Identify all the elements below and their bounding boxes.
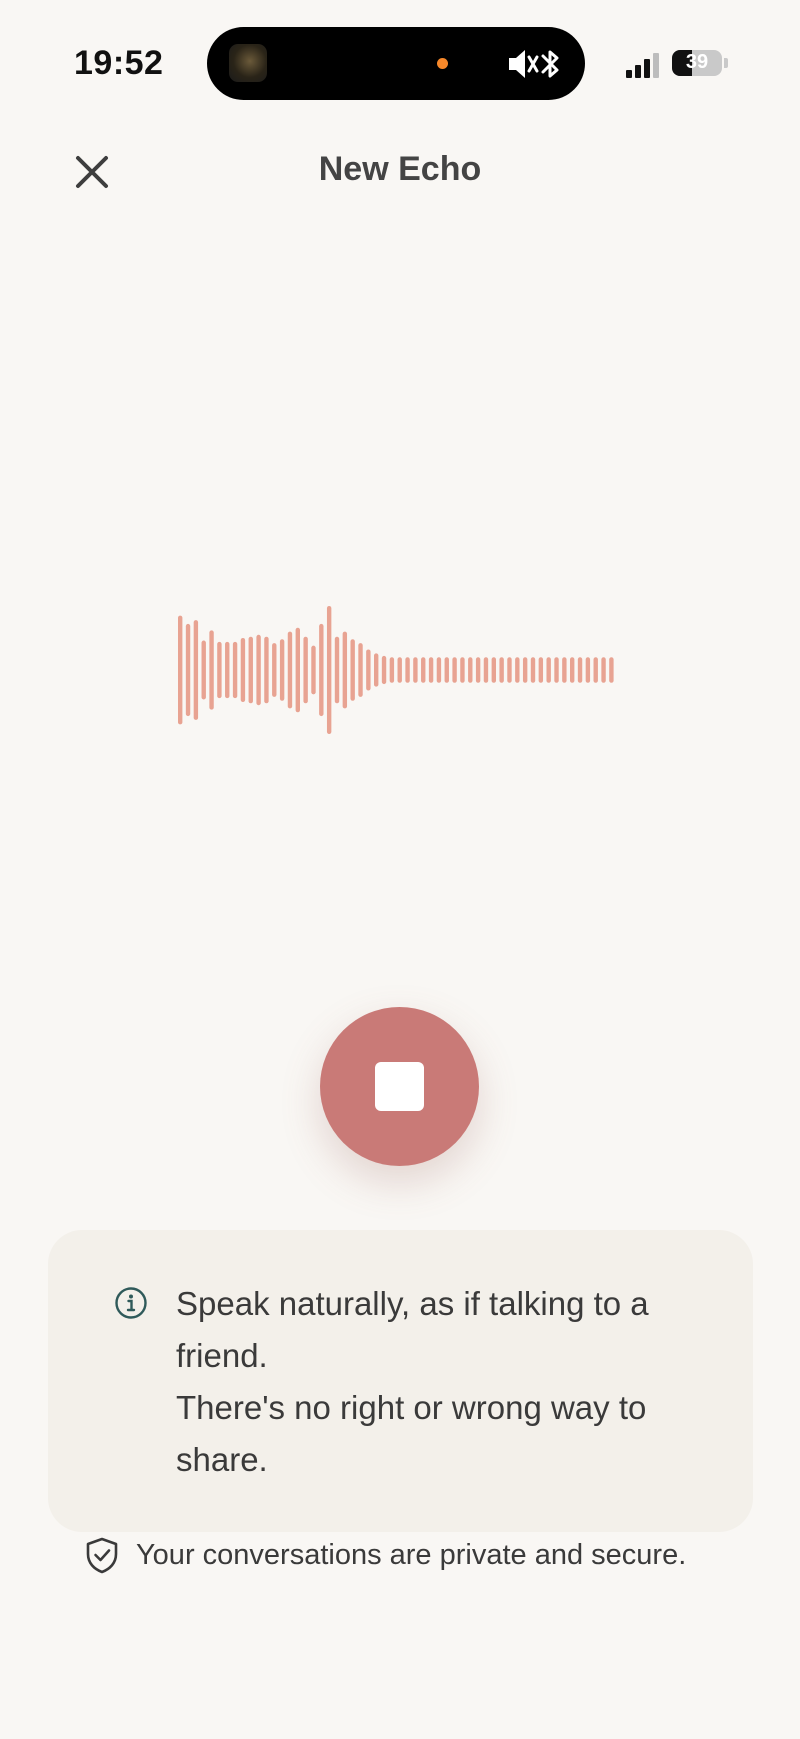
waveform-bar bbox=[272, 643, 277, 697]
waveform-bar bbox=[326, 606, 332, 734]
waveform-bar bbox=[397, 657, 402, 683]
waveform-bar bbox=[428, 657, 434, 683]
waveform-bar bbox=[178, 615, 183, 725]
waveform-bar bbox=[499, 657, 504, 683]
waveform-bar bbox=[366, 649, 371, 691]
waveform-bar bbox=[279, 639, 285, 701]
audio-waveform bbox=[178, 606, 614, 734]
waveform-bar bbox=[256, 634, 261, 706]
waveform-bar bbox=[240, 638, 246, 702]
info-line-1: Speak naturally, as if talking to a frie… bbox=[176, 1285, 649, 1374]
stop-recording-button[interactable] bbox=[320, 1007, 479, 1166]
waveform-bar bbox=[507, 657, 512, 683]
waveform-bar bbox=[452, 657, 457, 683]
waveform-bar bbox=[350, 639, 355, 701]
waveform-bar bbox=[483, 657, 489, 683]
shield-check-icon bbox=[86, 1537, 118, 1574]
privacy-text: Your conversations are private and secur… bbox=[136, 1538, 687, 1571]
recording-indicator-dot bbox=[437, 58, 448, 69]
cellular-signal-icon bbox=[626, 52, 664, 78]
battery-cap bbox=[724, 58, 728, 68]
waveform-bar bbox=[201, 640, 206, 700]
waveform-bar bbox=[185, 623, 191, 717]
waveform-bar bbox=[209, 630, 214, 710]
waveform-bar bbox=[374, 653, 379, 687]
waveform-bar bbox=[421, 657, 426, 683]
stop-icon bbox=[375, 1062, 424, 1111]
waveform-bar bbox=[444, 657, 449, 683]
waveform-bar bbox=[405, 657, 410, 683]
waveform-bar bbox=[436, 657, 442, 683]
now-playing-thumbnail bbox=[229, 44, 267, 82]
waveform-bar bbox=[358, 643, 363, 697]
waveform-bar bbox=[287, 631, 293, 709]
waveform-bar bbox=[460, 657, 465, 683]
waveform-bar bbox=[530, 657, 536, 683]
waveform-bar bbox=[225, 641, 230, 699]
waveform-bar bbox=[562, 657, 567, 683]
waveform-bar bbox=[515, 657, 520, 683]
waveform-bar bbox=[413, 657, 418, 683]
waveform-bar bbox=[311, 645, 316, 695]
privacy-note: Your conversations are private and secur… bbox=[84, 1533, 686, 1577]
waveform-bar bbox=[538, 657, 544, 683]
mute-bluetooth-icon bbox=[509, 50, 559, 78]
page-title: New Echo bbox=[318, 150, 482, 188]
waveform-bar bbox=[217, 641, 222, 699]
waveform-bar bbox=[264, 636, 269, 704]
waveform-bar bbox=[554, 657, 559, 683]
waveform-bar bbox=[193, 620, 199, 720]
waveform-bar bbox=[522, 657, 528, 683]
waveform-bar bbox=[609, 657, 614, 683]
battery-level: 39 bbox=[685, 51, 709, 73]
waveform-bar bbox=[585, 657, 591, 683]
waveform-bar bbox=[248, 636, 253, 704]
waveform-bar bbox=[593, 657, 598, 683]
waveform-bar bbox=[319, 623, 324, 717]
waveform-bar bbox=[570, 657, 575, 683]
waveform-bar bbox=[491, 657, 496, 683]
waveform-bar bbox=[546, 657, 551, 683]
waveform-bar bbox=[295, 627, 300, 713]
status-bar: 19:52 39 bbox=[0, 0, 800, 120]
waveform-bar bbox=[303, 636, 308, 704]
dynamic-island[interactable] bbox=[207, 27, 585, 100]
info-line-2: There's no right or wrong way to share. bbox=[176, 1389, 647, 1478]
info-message: Speak naturally, as if talking to a frie… bbox=[176, 1278, 696, 1486]
battery-icon: 39 bbox=[672, 50, 722, 76]
waveform-bar bbox=[601, 657, 606, 683]
waveform-bar bbox=[381, 655, 387, 685]
waveform-bar bbox=[389, 657, 395, 683]
waveform-bar bbox=[468, 657, 473, 683]
status-time: 19:52 bbox=[74, 44, 164, 82]
info-icon bbox=[115, 1287, 147, 1319]
waveform-bar bbox=[342, 631, 348, 709]
waveform-bar bbox=[577, 657, 583, 683]
info-card: Speak naturally, as if talking to a frie… bbox=[48, 1230, 753, 1532]
waveform-bar bbox=[334, 636, 340, 704]
waveform-bar bbox=[232, 641, 238, 699]
waveform-bar bbox=[475, 657, 481, 683]
